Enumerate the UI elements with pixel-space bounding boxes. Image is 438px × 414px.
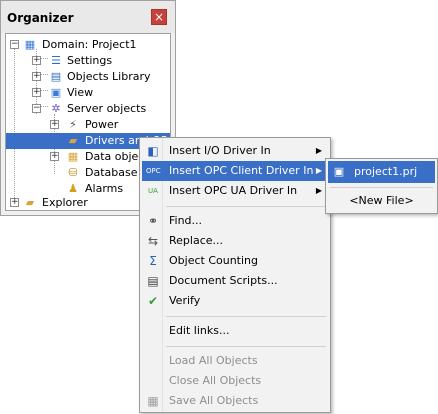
expand-icon[interactable]: + (32, 72, 41, 81)
view-icon: ▣ (50, 86, 62, 99)
tree-item-label: View (67, 86, 94, 99)
menu-item-load-all-objects[interactable]: Load All Objects (142, 351, 328, 371)
tree-item-objects-library[interactable]: + ▤ Objects Library (6, 69, 170, 85)
menu-item-label: Find... (169, 214, 203, 227)
submenu-separator (330, 187, 433, 188)
menu-separator (166, 346, 326, 347)
menu-item-label: Close All Objects (169, 374, 262, 387)
menu-item-object-counting[interactable]: Σ Object Counting (142, 251, 328, 271)
context-menu: ◧ Insert I/O Driver In ▶ OPC Insert OPC … (139, 137, 331, 413)
menu-item-label: Insert OPC UA Driver In (169, 184, 298, 197)
alarms-icon: ♟ (68, 182, 78, 195)
expand-icon[interactable]: + (50, 120, 59, 129)
menu-item-document-scripts[interactable]: ▤ Document Scripts... (142, 271, 328, 291)
menu-item-label: Document Scripts... (169, 274, 278, 287)
close-button[interactable]: × (151, 9, 167, 25)
expand-icon[interactable]: + (10, 198, 19, 207)
submenu-item-label: <New File> (349, 194, 414, 207)
opc-client-submenu: ▣ project1.prj <New File> (325, 158, 438, 214)
tree-item-label: Settings (67, 54, 113, 67)
submenu-arrow-icon: ▶ (315, 146, 322, 155)
panel-title: Organizer (7, 11, 74, 25)
tree-item-label: Explorer (42, 196, 88, 209)
tree-item-domain[interactable]: − ▦ Domain: Project1 (6, 37, 170, 53)
submenu-arrow-icon: ▶ (315, 186, 322, 195)
expand-icon[interactable]: + (32, 88, 41, 97)
menu-item-label: Insert OPC Client Driver In (169, 164, 314, 177)
submenu-arrow-icon: ▶ (315, 166, 322, 175)
project-file-icon: ▣ (333, 165, 345, 178)
tree-item-label: Domain: Project1 (42, 38, 137, 51)
menu-item-verify[interactable]: ✔ Verify (142, 291, 328, 311)
tree-item-power[interactable]: + ⚡ Power (6, 117, 170, 133)
server-objects-icon: ✲ (51, 102, 61, 115)
menu-item-label: Insert I/O Driver In (169, 144, 271, 157)
tree-item-view[interactable]: + ▣ View (6, 85, 170, 101)
menu-item-insert-opc-client-driver[interactable]: OPC Insert OPC Client Driver In ▶ (142, 161, 328, 181)
panel-header: Organizer × (1, 1, 175, 33)
domain-icon: ▦ (24, 38, 36, 51)
menu-item-label: Object Counting (169, 254, 258, 267)
sigma-icon: Σ (149, 254, 157, 268)
menu-item-label: Replace... (169, 234, 224, 247)
menu-item-replace[interactable]: ⇆ Replace... (142, 231, 328, 251)
menu-separator (166, 206, 326, 207)
menu-separator (166, 316, 326, 317)
settings-icon: ☰ (51, 54, 61, 67)
tree-item-server-objects[interactable]: − ✲ Server objects (6, 101, 170, 117)
io-driver-icon: ◧ (147, 144, 159, 158)
menu-item-find[interactable]: ⚭ Find... (142, 211, 328, 231)
tree-item-settings[interactable]: + ☰ Settings (6, 53, 170, 69)
document-scripts-icon: ▤ (147, 274, 159, 288)
tree-item-label: Objects Library (67, 70, 151, 83)
drivers-folder-icon: ▰ (68, 134, 78, 147)
verify-icon: ✔ (147, 294, 159, 308)
data-objects-icon: ▦ (67, 150, 79, 163)
opc-ua-icon: UA (148, 187, 158, 195)
menu-item-label: Edit links... (169, 324, 230, 337)
collapse-icon[interactable]: − (32, 104, 41, 113)
tree-item-label: Power (85, 118, 119, 131)
menu-item-label: Verify (169, 294, 201, 307)
collapse-icon[interactable]: − (10, 40, 19, 49)
save-icon: ▦ (147, 394, 159, 408)
tree-item-label: Server objects (67, 102, 147, 115)
submenu-item-new-file[interactable]: <New File> (328, 190, 435, 212)
menu-item-insert-io-driver[interactable]: ◧ Insert I/O Driver In ▶ (142, 141, 328, 161)
submenu-item-project-file[interactable]: ▣ project1.prj (328, 161, 435, 183)
database-icon: ⛁ (68, 166, 78, 179)
menu-item-label: Load All Objects (169, 354, 258, 367)
menu-item-close-all-objects[interactable]: Close All Objects (142, 371, 328, 391)
binoculars-icon: ⚭ (147, 214, 159, 228)
tree-item-label: Database (85, 166, 138, 179)
expand-icon[interactable]: + (50, 152, 59, 161)
expand-icon[interactable]: + (32, 56, 41, 65)
submenu-item-label: project1.prj (354, 165, 418, 178)
explorer-folder-icon: ▰ (25, 196, 35, 209)
menu-item-insert-opc-ua-driver[interactable]: UA Insert OPC UA Driver In ▶ (142, 181, 328, 201)
menu-item-label: Save All Objects (169, 394, 259, 407)
library-icon: ▤ (50, 70, 62, 83)
power-icon: ⚡ (69, 118, 77, 131)
opc-client-icon: OPC (146, 167, 161, 175)
menu-item-edit-links[interactable]: Edit links... (142, 321, 328, 341)
menu-item-save-all-objects[interactable]: ▦ Save All Objects (142, 391, 328, 411)
replace-icon: ⇆ (147, 234, 159, 248)
